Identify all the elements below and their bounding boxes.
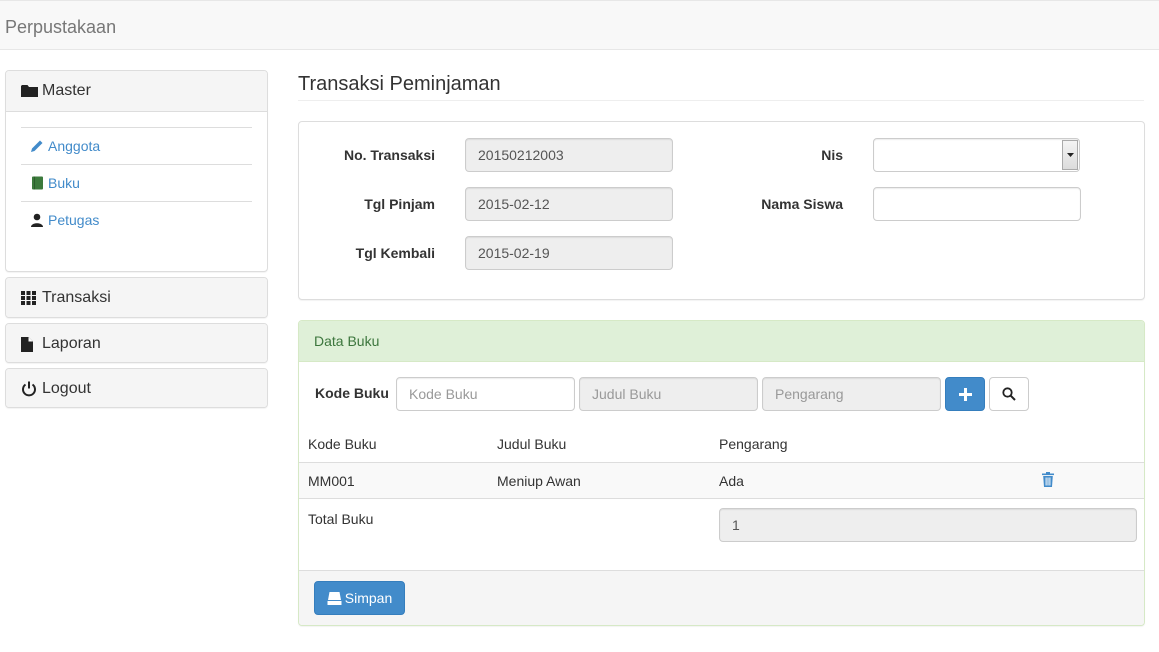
total-buku-value: 1 (732, 517, 740, 533)
sidebar-logout-label: Logout (42, 380, 91, 397)
nama-siswa-label: Nama Siswa (761, 196, 843, 212)
nama-siswa-field[interactable] (873, 187, 1081, 221)
sidebar-laporan-label: Laporan (42, 335, 101, 352)
sidebar-laporan-header[interactable]: Laporan (6, 324, 267, 362)
sidebar-master-list: Anggota Buku Petugas (6, 111, 267, 271)
save-button-label: Simpan (344, 590, 393, 606)
row-kode: MM001 (308, 473, 355, 489)
column-header-kode: Kode Buku (308, 436, 377, 452)
sidebar-master-label: Master (42, 82, 91, 99)
search-icon (1002, 387, 1016, 401)
add-book-button[interactable] (945, 377, 985, 411)
sidebar-master-panel: Master Anggota Buku Petugas (5, 70, 268, 272)
user-icon (29, 213, 45, 227)
grid-icon (21, 290, 39, 306)
sidebar-transaksi-label: Transaksi (42, 289, 111, 306)
tgl-pinjam-field[interactable]: 2015-02-12 (465, 187, 673, 221)
sidebar-transaksi-header[interactable]: Transaksi (6, 278, 267, 317)
chevron-down-icon[interactable] (1062, 140, 1078, 170)
plus-icon (958, 387, 972, 401)
book-icon (29, 176, 45, 190)
no-transaksi-label: No. Transaksi (343, 147, 435, 163)
brand-title[interactable]: Perpustakaan (5, 17, 116, 38)
row-judul: Meniup Awan (497, 473, 581, 489)
sidebar-laporan-panel: Laporan (5, 323, 268, 363)
sidebar-item-label: Buku (48, 175, 80, 191)
kode-buku-label: Kode Buku (315, 385, 389, 401)
transaction-form-panel: No. Transaksi 20150212003 Tgl Pinjam 201… (298, 121, 1145, 300)
sidebar-item-label: Petugas (48, 212, 100, 228)
sidebar-item-label: Anggota (48, 138, 101, 154)
hdd-icon (327, 591, 342, 605)
judul-buku-placeholder: Judul Buku (592, 386, 662, 402)
kode-buku-placeholder: Kode Buku (409, 386, 478, 402)
data-buku-heading: Data Buku (299, 321, 1144, 362)
pencil-icon (29, 139, 45, 153)
pengarang-input[interactable]: Pengarang (762, 377, 941, 411)
page-title: Transaksi Peminjaman (298, 73, 1144, 101)
tgl-kembali-value: 2015-02-19 (478, 245, 550, 261)
save-button[interactable]: Simpan (314, 581, 405, 615)
data-buku-footer: Simpan (299, 570, 1144, 625)
total-buku-label: Total Buku (308, 511, 374, 527)
file-icon (21, 336, 39, 352)
column-header-pengarang: Pengarang (719, 436, 788, 452)
pengarang-placeholder: Pengarang (775, 386, 844, 402)
kode-buku-input[interactable]: Kode Buku (396, 377, 575, 411)
power-icon (21, 381, 39, 397)
tgl-pinjam-label: Tgl Pinjam (364, 196, 435, 212)
sidebar-item-petugas[interactable]: Petugas (21, 201, 252, 238)
column-header-judul: Judul Buku (497, 436, 567, 452)
no-transaksi-value: 20150212003 (478, 147, 564, 163)
tgl-pinjam-value: 2015-02-12 (478, 196, 550, 212)
judul-buku-input[interactable]: Judul Buku (579, 377, 758, 411)
trash-icon[interactable] (1042, 472, 1054, 490)
sidebar-master-header[interactable]: Master (6, 71, 267, 111)
no-transaksi-field[interactable]: 20150212003 (465, 138, 673, 172)
tgl-kembali-field[interactable]: 2015-02-19 (465, 236, 673, 270)
total-buku-field[interactable]: 1 (719, 508, 1137, 542)
sidebar-logout-header[interactable]: Logout (6, 369, 267, 407)
top-navbar: Perpustakaan (0, 0, 1159, 50)
nis-select[interactable] (873, 138, 1080, 172)
data-buku-panel: Data Buku Kode Buku Kode Buku Judul Buku… (298, 320, 1145, 626)
nis-label: Nis (821, 147, 843, 163)
folder-icon (21, 83, 39, 99)
sidebar-item-buku[interactable]: Buku (21, 164, 252, 201)
sidebar-logout-panel: Logout (5, 368, 268, 408)
row-pengarang: Ada (719, 473, 744, 489)
sidebar-item-anggota[interactable]: Anggota (21, 127, 252, 164)
table-row: MM001 Meniup Awan Ada (299, 462, 1144, 499)
tgl-kembali-label: Tgl Kembali (355, 245, 435, 261)
sidebar-transaksi-panel: Transaksi (5, 277, 268, 318)
search-book-button[interactable] (989, 377, 1029, 411)
